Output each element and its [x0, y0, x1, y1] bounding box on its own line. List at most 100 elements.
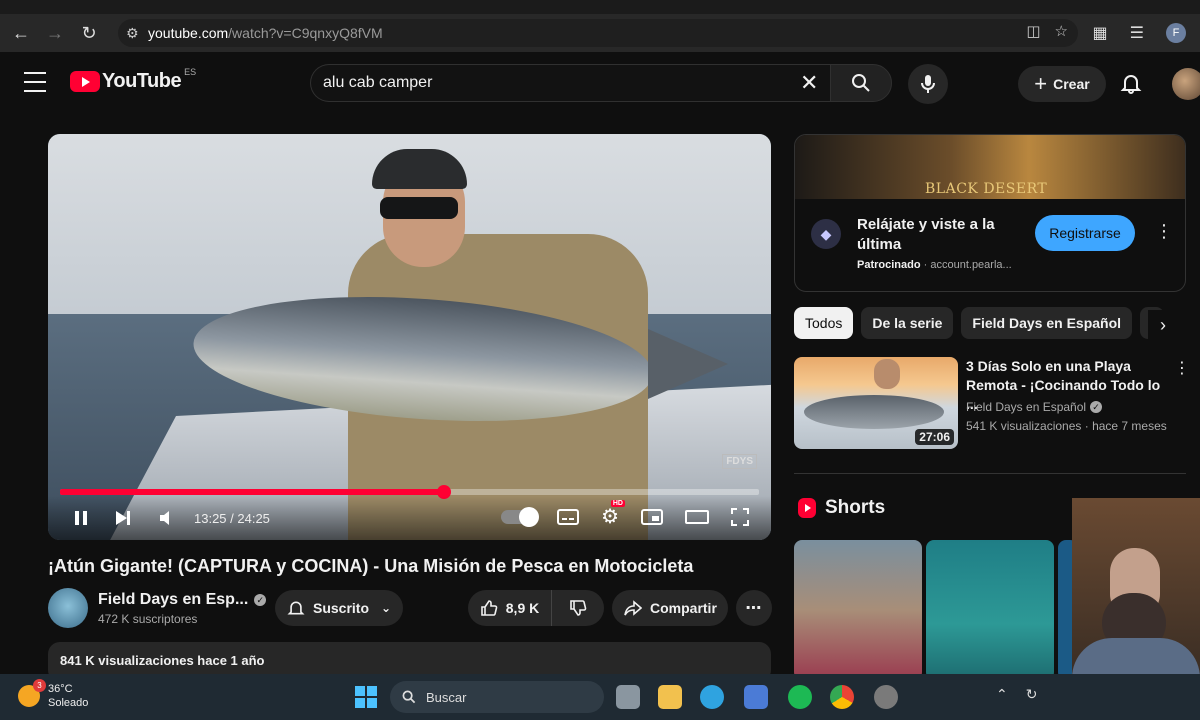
shorts-heading: Shorts: [825, 497, 886, 518]
ad-more-options-icon[interactable]: ⋮: [1155, 221, 1173, 242]
dislike-button[interactable]: [552, 590, 604, 626]
verified-check-icon: ✓: [1090, 401, 1103, 413]
channel-name-link[interactable]: Field Days en Esp... ✓: [98, 591, 267, 609]
weather-badge: 3: [33, 679, 46, 692]
browser-profile-avatar[interactable]: F: [1166, 23, 1186, 43]
menu-hamburger-icon[interactable]: [24, 72, 46, 92]
app-icon[interactable]: [874, 685, 898, 709]
media-control-icon[interactable]: ☰: [1130, 23, 1144, 43]
extensions-puzzle-icon[interactable]: ▦: [1093, 23, 1108, 43]
search-button[interactable]: [830, 64, 892, 102]
youtube-header: YouTube ES alu cab camper ✕ + Crear: [0, 52, 1200, 114]
thumbs-down-icon: [570, 600, 587, 616]
sun-icon: 3: [18, 679, 46, 707]
spotify-icon[interactable]: [788, 685, 812, 709]
reload-icon[interactable]: ↻: [72, 18, 106, 48]
chip-all[interactable]: Todos: [794, 307, 854, 339]
thumbs-up-icon: [480, 600, 498, 616]
recommended-channel-name: Field Days en Español: [966, 400, 1087, 414]
sponsored-ad-card[interactable]: BLACK DESERT ◆ Relájate y viste a la últ…: [794, 134, 1186, 292]
channel-name: Field Days en Esp...: [98, 591, 249, 608]
temperature: 36°C: [48, 683, 73, 695]
progress-bar[interactable]: [60, 485, 759, 499]
subscribed-label: Suscrito: [313, 600, 370, 616]
search-input[interactable]: alu cab camper: [310, 64, 840, 102]
player-controls: 13:25 / 24:25 ⚙ HD: [48, 496, 771, 540]
theater-mode-icon[interactable]: [685, 509, 709, 525]
more-actions-icon[interactable]: ⋯: [736, 590, 772, 626]
next-video-icon[interactable]: [114, 509, 132, 527]
site-settings-icon[interactable]: ⚙: [126, 25, 148, 42]
chrome-icon[interactable]: [830, 685, 854, 709]
like-button[interactable]: 8,9 K: [468, 590, 552, 626]
chevron-right-icon[interactable]: ›: [1148, 310, 1178, 340]
chip-channel[interactable]: Field Days en Español: [961, 307, 1133, 339]
share-label: Compartir: [650, 600, 717, 616]
subscriber-count: 472 K suscriptores: [98, 612, 198, 626]
bell-icon: [287, 601, 305, 615]
settings-gear-icon[interactable]: ⚙ HD: [601, 500, 625, 529]
subtitles-icon[interactable]: [557, 508, 580, 525]
video-frame-cap: [372, 149, 467, 189]
forward-arrow-icon[interactable]: →: [38, 18, 72, 48]
sync-icon[interactable]: ↻: [1026, 686, 1038, 703]
share-arrow-icon: [624, 600, 642, 616]
edge-browser-icon[interactable]: [700, 685, 724, 709]
create-button[interactable]: + Crear: [1018, 66, 1106, 102]
fullscreen-icon[interactable]: [731, 507, 749, 526]
store-icon[interactable]: [744, 685, 768, 709]
pause-icon[interactable]: [72, 509, 90, 527]
taskbar-search[interactable]: Buscar: [390, 681, 604, 713]
recommended-channel[interactable]: Field Days en Español ✓: [966, 400, 1103, 414]
like-count: 8,9 K: [505, 600, 540, 616]
user-avatar[interactable]: [1172, 68, 1200, 100]
recommended-more-options-icon[interactable]: ⋮: [1174, 358, 1190, 378]
task-view-icon[interactable]: [616, 685, 640, 709]
hd-badge: HD: [610, 500, 625, 507]
ad-banner-logo: BLACK DESERT: [925, 181, 1048, 197]
time-display: 13:25 / 24:25: [194, 510, 270, 526]
video-player[interactable]: FDYS 13:25 / 24:25 ⚙ HD: [48, 134, 771, 540]
create-label: Crear: [1053, 76, 1090, 92]
recommended-meta: 541 K visualizaciones · hace 7 meses: [966, 419, 1167, 433]
video-frame-tuna-tail: [648, 329, 728, 399]
channel-avatar[interactable]: [48, 588, 88, 628]
bookmark-star-icon[interactable]: ☆: [1055, 22, 1068, 40]
volume-icon[interactable]: [158, 509, 176, 527]
system-tray: ⌃ ↻: [996, 686, 1037, 703]
logo-text: YouTube: [102, 70, 182, 92]
install-app-icon[interactable]: ◫: [1026, 22, 1040, 40]
logo-region: ES: [184, 66, 197, 77]
views-and-date: 841 K visualizaciones hace 1 año: [60, 653, 265, 668]
short-thumbnail[interactable]: [794, 540, 922, 680]
miniplayer-icon[interactable]: [641, 508, 663, 525]
youtube-logo[interactable]: YouTube ES: [70, 66, 197, 93]
chevron-down-icon: ⌄: [381, 601, 392, 615]
clear-search-icon[interactable]: ✕: [800, 70, 818, 96]
recommended-thumbnail[interactable]: 27:06: [794, 357, 958, 449]
address-bar[interactable]: ⚙ youtube.com /watch?v=C9qnxyQ8fVM ◫ ☆: [118, 19, 1078, 47]
back-arrow-icon[interactable]: ←: [4, 18, 38, 48]
browser-tab-strip: [0, 0, 1200, 14]
url-host: youtube.com: [148, 25, 229, 41]
progress-played: [60, 489, 445, 495]
register-button[interactable]: Registrarse: [1035, 215, 1135, 251]
windows-taskbar: 3 36°C Soleado Buscar ⌃ ↻: [0, 674, 1200, 720]
autoplay-toggle[interactable]: [501, 506, 540, 527]
filter-chips: Todos De la serie Field Days en Español: [794, 307, 1165, 339]
voice-search-button[interactable]: [908, 64, 948, 104]
short-thumbnail[interactable]: [926, 540, 1054, 680]
channel-watermark: FDYS: [722, 454, 757, 469]
share-button[interactable]: Compartir: [612, 590, 728, 626]
plus-icon: +: [1034, 71, 1048, 96]
microphone-icon: [921, 75, 935, 93]
sponsored-label: Patrocinado: [857, 259, 921, 271]
chip-from-series[interactable]: De la serie: [861, 307, 954, 339]
notifications-bell-icon[interactable]: [1120, 72, 1142, 99]
chevron-up-icon[interactable]: ⌃: [996, 686, 1008, 703]
windows-start-icon[interactable]: [355, 686, 377, 708]
ad-title: Relájate y viste a la última: [857, 216, 995, 253]
weather-widget[interactable]: 3 36°C Soleado: [18, 679, 88, 710]
subscribed-button[interactable]: Suscrito ⌄: [275, 590, 403, 626]
file-explorer-icon[interactable]: [658, 685, 682, 709]
